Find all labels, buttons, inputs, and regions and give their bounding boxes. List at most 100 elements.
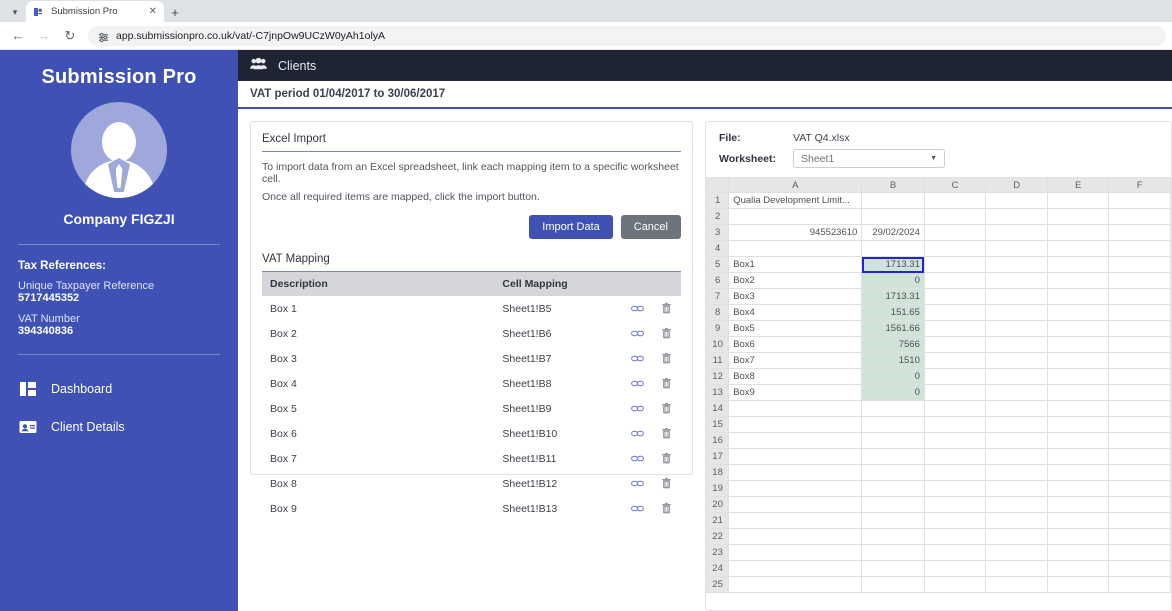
row-header-9[interactable]: 9	[706, 320, 730, 337]
grid-cell-F9[interactable]	[1108, 320, 1171, 337]
grid-cell-A17[interactable]	[728, 448, 863, 465]
grid-cell-D5[interactable]	[985, 256, 1048, 273]
grid-cell-B9[interactable]: 1561.66	[861, 320, 925, 337]
link-icon[interactable]	[631, 452, 644, 465]
sidebar-item-client-details[interactable]: Client Details	[18, 408, 220, 446]
grid-cell-E9[interactable]	[1046, 320, 1110, 337]
grid-cell-A24[interactable]	[728, 560, 863, 577]
grid-cell-A9[interactable]: Box5	[728, 320, 863, 337]
row-header-12[interactable]: 12	[706, 368, 730, 385]
grid-cell-B11[interactable]: 1510	[861, 352, 925, 369]
reload-icon[interactable]: ↻	[58, 24, 82, 48]
link-icon[interactable]	[631, 302, 644, 315]
link-icon[interactable]	[631, 402, 644, 415]
grid-cell-D2[interactable]	[985, 208, 1048, 225]
row-header-8[interactable]: 8	[706, 304, 730, 321]
grid-cell-C7[interactable]	[923, 288, 987, 305]
spreadsheet-grid-wrapper[interactable]: ABCDEF 1 Qualia Development Limit... 2 3 945…	[706, 177, 1171, 610]
grid-cell-E2[interactable]	[1046, 208, 1110, 225]
grid-cell-C8[interactable]	[923, 304, 987, 321]
grid-cell-C21[interactable]	[923, 512, 987, 529]
grid-cell-A19[interactable]	[728, 480, 863, 497]
column-header-a[interactable]: A	[728, 177, 863, 193]
grid-cell-C12[interactable]	[923, 368, 987, 385]
row-header-17[interactable]: 17	[706, 448, 730, 465]
grid-cell-E24[interactable]	[1046, 560, 1110, 577]
chevron-down-icon[interactable]: ▾	[4, 2, 26, 22]
grid-cell-D7[interactable]	[985, 288, 1048, 305]
grid-cell-A21[interactable]	[728, 512, 863, 529]
grid-cell-A15[interactable]	[728, 416, 863, 433]
grid-cell-D4[interactable]	[985, 240, 1048, 257]
row-header-15[interactable]: 15	[706, 416, 730, 433]
grid-cell-A23[interactable]	[728, 544, 863, 561]
grid-cell-D1[interactable]	[985, 192, 1048, 209]
grid-cell-B19[interactable]	[861, 480, 925, 497]
link-icon[interactable]	[631, 352, 644, 365]
row-header-22[interactable]: 22	[706, 528, 730, 545]
grid-cell-C11[interactable]	[923, 352, 987, 369]
trash-icon[interactable]	[660, 327, 673, 340]
grid-cell-F8[interactable]	[1108, 304, 1171, 321]
grid-cell-B2[interactable]	[861, 208, 925, 225]
grid-cell-E25[interactable]	[1046, 576, 1110, 593]
grid-cell-C10[interactable]	[923, 336, 987, 353]
link-icon[interactable]	[631, 502, 644, 515]
grid-cell-D6[interactable]	[985, 272, 1048, 289]
grid-cell-A18[interactable]	[728, 464, 863, 481]
row-header-24[interactable]: 24	[706, 560, 730, 577]
grid-cell-B23[interactable]	[861, 544, 925, 561]
arrow-left-icon[interactable]: ←	[6, 24, 30, 48]
grid-cell-A10[interactable]: Box6	[728, 336, 863, 353]
grid-cell-E15[interactable]	[1046, 416, 1110, 433]
grid-cell-A3[interactable]: 945523610	[728, 224, 863, 241]
grid-cell-E19[interactable]	[1046, 480, 1110, 497]
import-data-button[interactable]: Import Data	[529, 215, 613, 239]
grid-cell-E13[interactable]	[1046, 384, 1110, 401]
cancel-button[interactable]: Cancel	[620, 215, 681, 239]
grid-cell-B7[interactable]: 1713.31	[861, 288, 925, 305]
grid-cell-B25[interactable]	[861, 576, 925, 593]
grid-cell-C14[interactable]	[923, 400, 987, 417]
row-header-3[interactable]: 3	[706, 224, 730, 241]
grid-cell-F11[interactable]	[1108, 352, 1171, 369]
grid-cell-B4[interactable]	[861, 240, 925, 257]
column-header-c[interactable]: C	[923, 177, 987, 193]
grid-cell-E3[interactable]	[1046, 224, 1110, 241]
trash-icon[interactable]	[660, 477, 673, 490]
grid-cell-F22[interactable]	[1108, 528, 1171, 545]
row-header-13[interactable]: 13	[706, 384, 730, 401]
site-settings-icon[interactable]	[98, 30, 109, 43]
close-icon[interactable]: ✕	[149, 6, 157, 17]
grid-cell-E8[interactable]	[1046, 304, 1110, 321]
row-header-1[interactable]: 1	[706, 192, 730, 209]
grid-cell-E18[interactable]	[1046, 464, 1110, 481]
trash-icon[interactable]	[660, 502, 673, 515]
grid-cell-D20[interactable]	[985, 496, 1048, 513]
grid-cell-C24[interactable]	[923, 560, 987, 577]
grid-cell-B12[interactable]: 0	[861, 368, 925, 385]
link-icon[interactable]	[631, 477, 644, 490]
grid-cell-F18[interactable]	[1108, 464, 1171, 481]
grid-cell-D11[interactable]	[985, 352, 1048, 369]
grid-cell-C18[interactable]	[923, 464, 987, 481]
grid-cell-E4[interactable]	[1046, 240, 1110, 257]
grid-cell-C20[interactable]	[923, 496, 987, 513]
row-header-19[interactable]: 19	[706, 480, 730, 497]
grid-cell-F17[interactable]	[1108, 448, 1171, 465]
grid-cell-A14[interactable]	[728, 400, 863, 417]
row-header-20[interactable]: 20	[706, 496, 730, 513]
grid-cell-A16[interactable]	[728, 432, 863, 449]
sidebar-item-dashboard[interactable]: Dashboard	[18, 370, 220, 408]
row-header-10[interactable]: 10	[706, 336, 730, 353]
row-header-25[interactable]: 25	[706, 576, 730, 593]
grid-cell-A5[interactable]: Box1	[728, 256, 863, 273]
grid-cell-F19[interactable]	[1108, 480, 1171, 497]
grid-cell-D10[interactable]	[985, 336, 1048, 353]
grid-cell-E11[interactable]	[1046, 352, 1110, 369]
grid-cell-A13[interactable]: Box9	[728, 384, 863, 401]
grid-cell-F13[interactable]	[1108, 384, 1171, 401]
grid-cell-A22[interactable]	[728, 528, 863, 545]
grid-cell-D9[interactable]	[985, 320, 1048, 337]
column-header-d[interactable]: D	[985, 177, 1048, 193]
